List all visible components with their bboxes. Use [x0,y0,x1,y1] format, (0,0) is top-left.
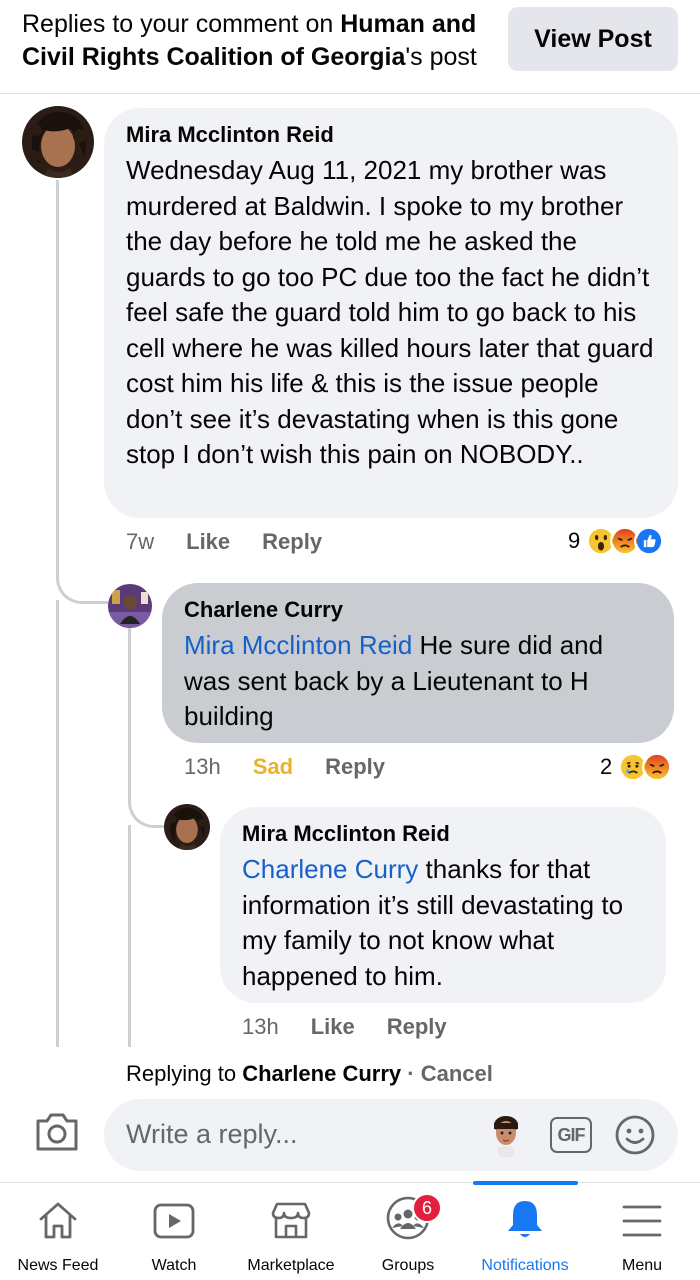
thread-connector [128,780,164,828]
nav-label: Marketplace [247,1257,335,1274]
menu-icon [622,1205,662,1237]
replying-prefix: Replying to [126,1061,243,1086]
header: Replies to your comment on Human and Civ… [0,0,700,94]
title-suffix: 's post [405,43,477,71]
title-prefix: Replies to your comment on [22,10,341,38]
comment-time[interactable]: 13h [184,754,221,780]
replying-separator: · [401,1061,421,1086]
camera-icon[interactable] [34,1111,80,1153]
marketplace-icon [271,1202,311,1239]
reply-button[interactable]: Reply [387,1014,447,1040]
nav-label: Watch [151,1257,197,1274]
sad-reaction-button[interactable]: Sad [253,754,293,780]
bottom-nav: News Feed Watch Marketplace Groups 6 Not… [0,1181,700,1280]
reply-input-placeholder: Write a reply... [126,1119,298,1149]
nav-item-notifications[interactable]: Notifications [466,1183,584,1280]
comment-author[interactable]: Charlene Curry [184,596,652,624]
comment-actions: 13h Sad Reply [184,754,417,780]
bell-icon [508,1201,542,1237]
watch-icon [153,1203,195,1239]
cancel-reply-button[interactable]: Cancel [421,1061,493,1086]
reply-button[interactable]: Reply [325,754,385,780]
like-reaction-icon [634,526,665,556]
like-button[interactable]: Like [311,1014,355,1040]
home-icon [39,1202,77,1239]
groups-notification-badge: 6 [412,1193,442,1223]
comment-text: Wednesday Aug 11, 2021 my brother was mu… [126,153,656,473]
comment-bubble[interactable]: Charlene Curry Mira Mcclinton Reid He su… [162,583,674,743]
comment-time[interactable]: 13h [242,1014,279,1040]
nav-label: Groups [381,1257,435,1274]
nav-label: Menu [621,1257,663,1274]
nav-item-marketplace[interactable]: Marketplace [232,1183,350,1280]
nav-item-menu[interactable]: Menu [584,1183,700,1280]
comment-author[interactable]: Mira Mcclinton Reid [242,820,644,848]
comment-text: Charlene Curry thanks for that informati… [242,852,644,994]
comment-bubble[interactable]: Mira Mcclinton Reid Charlene Curry thank… [220,807,666,1003]
comment-time[interactable]: 7w [126,529,154,555]
reaction-count: 9 [568,528,581,553]
avatar[interactable] [108,584,152,628]
thread-line [128,625,131,790]
comment-bubble[interactable]: Mira Mcclinton Reid Wednesday Aug 11, 20… [104,108,678,518]
avatar-sticker-icon[interactable] [488,1113,524,1157]
replying-to-label: Replying to Charlene Curry · Cancel [126,1061,493,1087]
mention-link[interactable]: Mira Mcclinton Reid [184,630,412,660]
reply-input[interactable]: Write a reply... GIF [104,1099,678,1171]
angry-reaction-icon [642,752,673,782]
emoji-icon[interactable] [614,1114,656,1156]
page-title: Replies to your comment on Human and Civ… [22,8,502,74]
nav-item-watch[interactable]: Watch [116,1183,232,1280]
thread-line [56,600,59,1047]
comment-actions: 7w Like Reply [126,529,354,555]
gif-button[interactable]: GIF [550,1117,592,1153]
replying-name: Charlene Curry [242,1061,402,1086]
nav-label: News Feed [17,1257,99,1274]
like-button[interactable]: Like [186,529,230,555]
mention-link[interactable]: Charlene Curry [242,854,418,884]
thread-line [128,825,131,1047]
avatar[interactable] [22,106,94,178]
nav-item-groups[interactable]: Groups [350,1183,466,1280]
comment-body: Wednesday Aug 11, 2021 my brother was mu… [126,155,654,469]
comment-author[interactable]: Mira Mcclinton Reid [126,121,656,149]
view-post-button[interactable]: View Post [508,7,678,71]
reaction-count: 2 [600,754,613,779]
thread-connector [56,560,108,604]
reaction-summary[interactable]: 2 [600,752,673,782]
reply-button[interactable]: Reply [262,529,322,555]
avatar[interactable] [164,804,210,850]
nav-item-news-feed[interactable]: News Feed [0,1183,116,1280]
reply-composer-area: Replying to Charlene Curry · Cancel Writ… [0,1047,700,1181]
thread-line [56,180,59,560]
reaction-summary[interactable]: 9 [568,526,665,556]
comment-text: Mira Mcclinton Reid He sure did and was … [184,628,652,735]
comment-actions: 13h Like Reply [242,1014,479,1040]
nav-label: Notifications [481,1257,569,1274]
